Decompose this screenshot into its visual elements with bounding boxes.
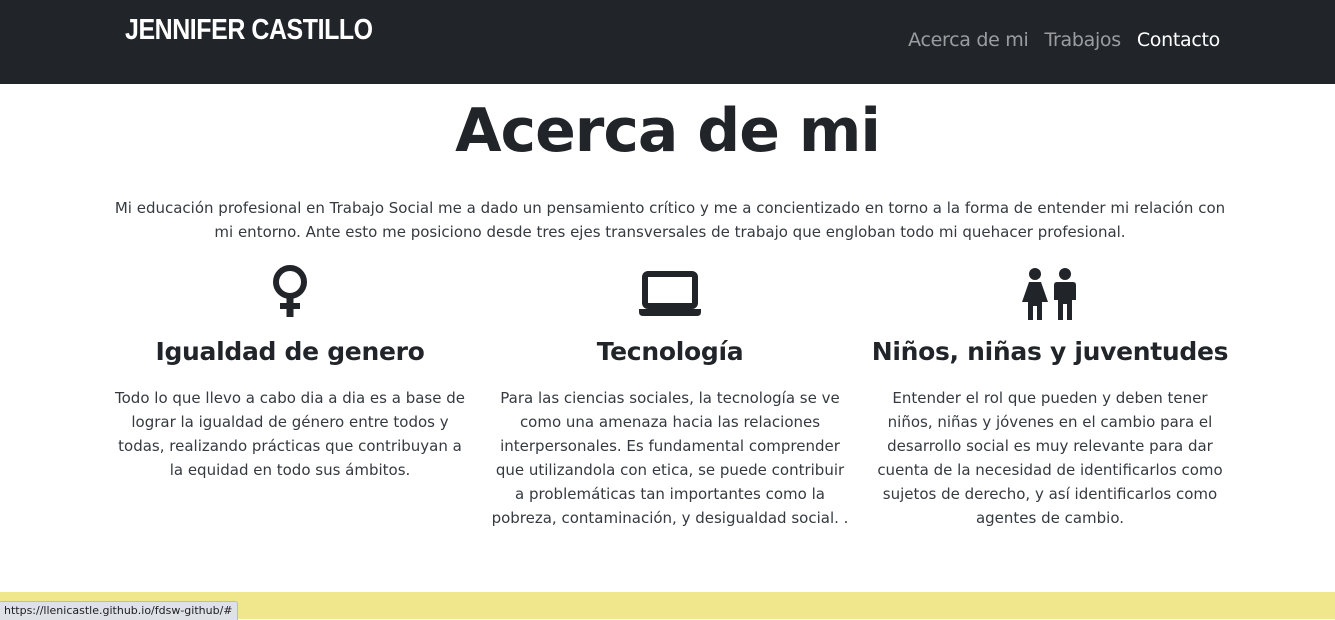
nav-link-acerca[interactable]: Acerca de mi: [908, 29, 1029, 51]
intro-text: Mi educación profesional en Trabajo Soci…: [114, 199, 1226, 241]
feature-title: Niños, niñas y juventudes: [871, 337, 1229, 366]
feature-text: Para las ciencias sociales, la tecnologí…: [491, 389, 849, 527]
laptop-icon: [639, 271, 701, 316]
feature-gender: Igualdad de genero Todo lo que llevo a c…: [110, 262, 470, 482]
feature-technology: Tecnología Para las ciencias sociales, l…: [490, 262, 850, 530]
status-bar-url: https://llenicastle.github.io/fdsw-githu…: [0, 601, 238, 620]
nav-links: Acerca de mi Trabajos Contacto: [908, 29, 1220, 51]
nav-link-contacto[interactable]: Contacto: [1137, 29, 1220, 51]
children-icon: [1022, 268, 1076, 320]
navbar: JENNIFER CASTILLO Acerca de mi Trabajos …: [0, 0, 1335, 84]
nav-link-trabajos[interactable]: Trabajos: [1044, 29, 1121, 51]
feature-title: Igualdad de genero: [155, 337, 425, 366]
brand-logo[interactable]: JENNIFER CASTILLO: [125, 14, 373, 47]
feature-children: Niños, niñas y juventudes Entender el ro…: [870, 262, 1230, 530]
feature-text: Entender el rol que pueden y deben tener…: [877, 389, 1223, 527]
page-title: Acerca de mi: [455, 96, 881, 166]
feature-text: Todo lo que llevo a cabo dia a dia es a …: [115, 389, 465, 479]
feature-title: Tecnología: [596, 337, 744, 366]
venus-icon: [273, 265, 307, 317]
